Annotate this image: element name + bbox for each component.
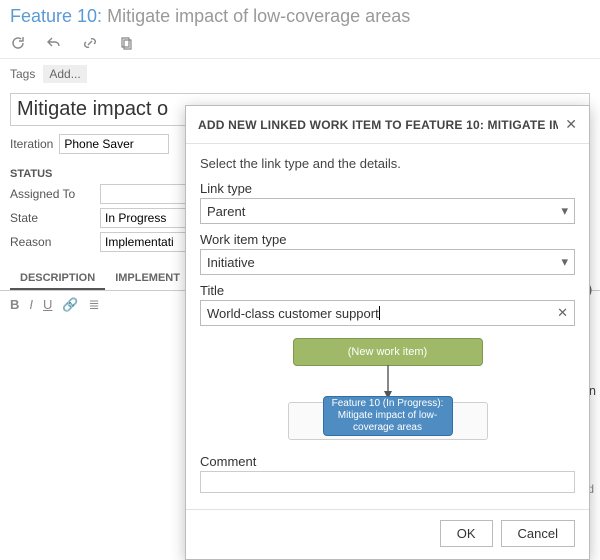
italic-icon[interactable]: I — [29, 297, 33, 313]
link-type-value: Parent — [207, 204, 245, 219]
title-text: World-class customer support — [207, 306, 379, 321]
title-input-box[interactable]: World-class customer support ✕ — [200, 300, 575, 326]
page-title: Feature 10: Mitigate impact of low-cover… — [0, 0, 600, 31]
dialog-instruction: Select the link type and the details. — [200, 156, 575, 171]
list-icon[interactable]: ≣ — [89, 297, 100, 313]
iteration-input[interactable] — [59, 134, 169, 154]
tab-description[interactable]: DESCRIPTION — [10, 266, 105, 290]
link-icon-rte[interactable]: 🔗 — [62, 297, 78, 313]
tab-implementation[interactable]: IMPLEMENT — [105, 266, 190, 290]
bold-icon[interactable]: B — [10, 297, 19, 313]
link-diagram: (New work item) Feature 10 (In Progress)… — [200, 338, 575, 448]
iteration-label: Iteration — [10, 137, 53, 151]
cancel-button[interactable]: Cancel — [501, 520, 575, 547]
assigned-label: Assigned To — [10, 187, 100, 201]
dialog-title: ADD NEW LINKED WORK ITEM TO FEATURE 10: … — [198, 118, 558, 132]
link-type-label: Link type — [200, 181, 575, 196]
chevron-down-icon: ▾ — [561, 254, 568, 270]
comment-input[interactable] — [200, 471, 575, 493]
link-icon[interactable] — [82, 35, 98, 54]
target-node: Feature 10 (In Progress): Mitigate impac… — [323, 396, 453, 436]
tags-label: Tags — [10, 67, 35, 81]
feature-id: Feature 10: — [10, 6, 102, 26]
add-linked-item-dialog: ADD NEW LINKED WORK ITEM TO FEATURE 10: … — [185, 105, 590, 560]
clear-icon[interactable]: ✕ — [551, 305, 568, 321]
copy-icon[interactable] — [118, 35, 134, 54]
state-label: State — [10, 211, 100, 225]
refresh-icon[interactable] — [10, 35, 26, 54]
undo-icon[interactable] — [46, 35, 62, 54]
chevron-down-icon: ▾ — [561, 203, 568, 219]
work-item-type-value: Initiative — [207, 255, 255, 270]
feature-title: Mitigate impact of low-coverage areas — [107, 6, 410, 26]
link-type-select[interactable]: Parent ▾ — [200, 198, 575, 224]
comment-label: Comment — [200, 454, 575, 469]
reason-label: Reason — [10, 235, 100, 249]
ok-button[interactable]: OK — [440, 520, 493, 547]
text-cursor — [379, 306, 380, 320]
close-icon[interactable]: ✕ — [565, 116, 577, 133]
work-item-type-select[interactable]: Initiative ▾ — [200, 249, 575, 275]
add-tag-button[interactable]: Add... — [43, 65, 86, 83]
toolbar — [0, 31, 600, 59]
tags-row: Tags Add... — [0, 59, 600, 89]
work-item-type-label: Work item type — [200, 232, 575, 247]
new-item-node: (New work item) — [293, 338, 483, 366]
title-label: Title — [200, 283, 575, 298]
underline-icon[interactable]: U — [43, 297, 52, 313]
